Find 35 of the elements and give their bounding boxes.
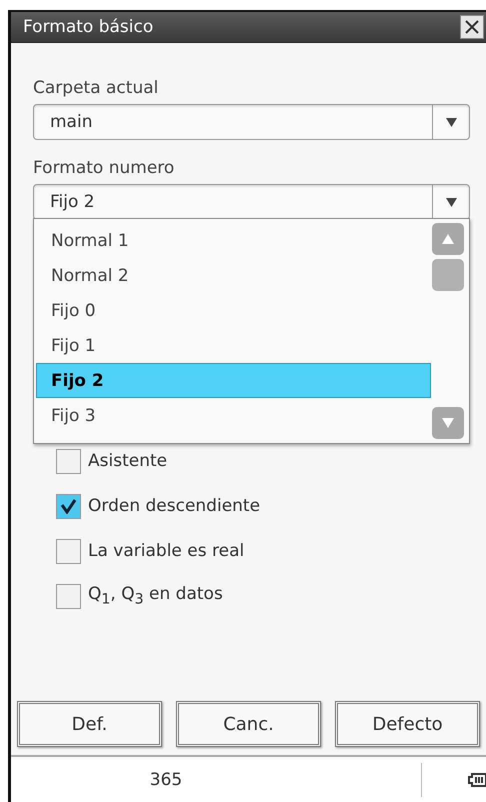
dialog-button[interactable]: Defecto bbox=[335, 701, 480, 747]
field-label: Carpeta actual bbox=[33, 77, 160, 100]
list-option[interactable]: Fijo 1 bbox=[36, 328, 431, 363]
down-arrow-icon bbox=[442, 418, 454, 428]
checkbox-label: Asistente bbox=[88, 451, 168, 471]
list-option[interactable]: Fijo 0 bbox=[36, 293, 431, 328]
caret-icon bbox=[446, 118, 456, 126]
battery-icon bbox=[468, 772, 486, 786]
close-button[interactable] bbox=[460, 15, 484, 39]
dropdown-field[interactable]: Fijo 2 bbox=[33, 184, 470, 220]
scroll-thumb[interactable] bbox=[432, 259, 464, 291]
checkbox[interactable] bbox=[56, 584, 81, 608]
checkbox[interactable] bbox=[56, 448, 81, 474]
list-option[interactable]: Fijo 2 bbox=[36, 363, 431, 398]
list-option[interactable]: Fijo 3 bbox=[36, 398, 431, 433]
checkbox-label: Q$_{1}$, Q$_{3}$ en datos bbox=[88, 584, 223, 608]
dropdown-field[interactable]: main bbox=[33, 104, 470, 140]
scroll-up-button[interactable] bbox=[432, 223, 464, 255]
scrollbar[interactable] bbox=[431, 223, 465, 439]
window-title: Formato básico bbox=[23, 17, 154, 37]
up-arrow-icon bbox=[442, 234, 454, 244]
checkbox[interactable] bbox=[56, 494, 81, 518]
status-text: 365 bbox=[148, 770, 184, 790]
list-option[interactable]: Normal 1 bbox=[36, 223, 431, 258]
checkbox[interactable] bbox=[56, 538, 81, 564]
list-option[interactable]: Normal 2 bbox=[36, 258, 431, 293]
checkbox-label: Orden descendiente bbox=[88, 496, 260, 516]
dialog-button[interactable]: Canc. bbox=[176, 701, 321, 747]
close-icon bbox=[464, 19, 480, 35]
checkbox-label: La variable es real bbox=[88, 541, 244, 561]
scroll-down-button[interactable] bbox=[432, 407, 464, 439]
check-icon bbox=[60, 498, 77, 514]
field-label: Formato numero bbox=[33, 157, 176, 180]
caret-icon bbox=[446, 198, 456, 206]
dialog-button[interactable]: Def. bbox=[17, 701, 162, 747]
